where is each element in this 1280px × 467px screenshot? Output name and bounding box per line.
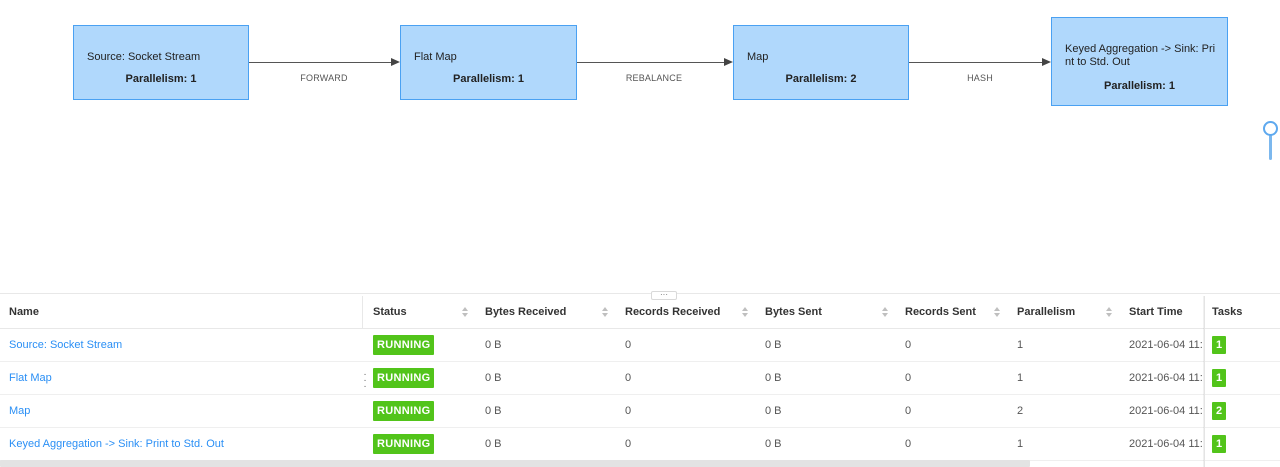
node-parallelism: Parallelism: 2 <box>785 73 857 85</box>
node-name: Source: Socket Stream <box>87 51 201 63</box>
fixed-column-shadow <box>1203 296 1205 467</box>
status-badge: RUNNING <box>373 434 435 454</box>
bytes-received: 0 B <box>485 405 502 417</box>
bytes-received: 0 B <box>485 339 502 351</box>
node-name: Map <box>747 51 769 63</box>
table-row[interactable]: Flat Map RUNNING 0 B 0 0 B 0 1 2021-06-0… <box>0 362 1280 395</box>
col-header-parallelism[interactable]: Parallelism <box>1017 296 1075 328</box>
sort-icon[interactable] <box>742 307 749 319</box>
panel-divider <box>0 293 1280 294</box>
table-row[interactable]: Map RUNNING 0 B 0 0 B 0 2 2021-06-04 11:… <box>0 395 1280 428</box>
col-header-start-time[interactable]: Start Time <box>1129 296 1183 328</box>
edge-label-hash: HASH <box>967 73 993 83</box>
col-header-tasks: Tasks <box>1212 306 1243 318</box>
sort-icon[interactable] <box>994 307 1001 319</box>
job-graph-canvas[interactable]: Source: Socket Stream Parallelism: 1 FOR… <box>0 0 1280 292</box>
edge-arrow <box>391 58 400 66</box>
col-header-bytes-received[interactable]: Bytes Received <box>485 296 566 328</box>
vertex-name-link[interactable]: Map <box>9 395 30 427</box>
col-header-name: Name <box>9 306 39 318</box>
start-time: 2021-06-04 11: <box>1129 438 1203 450</box>
records-sent: 0 <box>905 405 912 417</box>
start-time: 2021-06-04 11: <box>1129 339 1203 351</box>
sort-icon[interactable] <box>1106 307 1113 319</box>
node-name: Keyed Aggregation -> Sink: Print to Std.… <box>1065 43 1216 68</box>
table-row[interactable]: Source: Socket Stream RUNNING 0 B 0 0 B … <box>0 329 1280 362</box>
task-count-badge: 1 <box>1212 435 1226 453</box>
records-received: 0 <box>625 339 632 351</box>
parallelism: 1 <box>1017 438 1024 450</box>
zoom-slider-handle[interactable] <box>1263 121 1278 136</box>
parallelism: 1 <box>1017 339 1024 351</box>
bytes-sent: 0 B <box>765 405 782 417</box>
graph-node-keyed-aggregation-sink[interactable]: Keyed Aggregation -> Sink: Print to Std.… <box>1051 17 1228 106</box>
records-sent: 0 <box>905 339 912 351</box>
bytes-sent: 0 B <box>765 438 782 450</box>
records-sent: 0 <box>905 438 912 450</box>
status-badge: RUNNING <box>373 401 435 421</box>
graph-node-flat-map[interactable]: Flat Map Parallelism: 1 <box>400 25 577 100</box>
vertex-name-link[interactable]: Keyed Aggregation -> Sink: Print to Std.… <box>9 428 224 460</box>
node-name: Flat Map <box>414 51 457 63</box>
graph-node-source-socket-stream[interactable]: Source: Socket Stream Parallelism: 1 <box>73 25 249 100</box>
bytes-sent: 0 B <box>765 372 782 384</box>
vertex-name-link[interactable]: Source: Socket Stream <box>9 329 122 361</box>
task-count-badge: 1 <box>1212 369 1226 387</box>
edge-arrow <box>724 58 733 66</box>
name-column-divider <box>362 296 363 329</box>
task-count-badge: 2 <box>1212 402 1226 420</box>
records-received: 0 <box>625 438 632 450</box>
col-header-records-received[interactable]: Records Received <box>625 296 720 328</box>
start-time: 2021-06-04 11: <box>1129 405 1203 417</box>
sort-icon[interactable] <box>882 307 889 319</box>
col-header-bytes-sent[interactable]: Bytes Sent <box>765 296 822 328</box>
task-count-badge: 1 <box>1212 336 1226 354</box>
sort-icon[interactable] <box>462 307 469 319</box>
edge-line <box>577 62 725 63</box>
status-badge: RUNNING <box>373 368 435 388</box>
node-parallelism: Parallelism: 1 <box>1104 80 1175 92</box>
records-sent: 0 <box>905 372 912 384</box>
col-header-records-sent[interactable]: Records Sent <box>905 296 976 328</box>
horizontal-scrollbar[interactable] <box>0 460 1030 467</box>
sort-icon[interactable] <box>602 307 609 319</box>
parallelism: 1 <box>1017 372 1024 384</box>
table-row[interactable]: Keyed Aggregation -> Sink: Print to Std.… <box>0 428 1280 461</box>
bytes-received: 0 B <box>485 438 502 450</box>
records-received: 0 <box>625 372 632 384</box>
edge-arrow <box>1042 58 1051 66</box>
column-resize-grip-icon[interactable]: · · · <box>362 370 368 394</box>
col-header-status[interactable]: Status <box>373 296 407 328</box>
bytes-received: 0 B <box>485 372 502 384</box>
graph-node-map[interactable]: Map Parallelism: 2 <box>733 25 909 100</box>
vertex-name-link[interactable]: Flat Map <box>9 362 52 394</box>
parallelism: 2 <box>1017 405 1024 417</box>
node-parallelism: Parallelism: 1 <box>453 73 524 85</box>
edge-line <box>909 62 1043 63</box>
edge-line <box>249 62 392 63</box>
table-header: Name Status Bytes Received Records Recei… <box>0 296 1280 329</box>
start-time: 2021-06-04 11: <box>1129 372 1203 384</box>
node-parallelism: Parallelism: 1 <box>125 73 197 85</box>
edge-label-rebalance: REBALANCE <box>625 73 683 83</box>
records-received: 0 <box>625 405 632 417</box>
edge-label-forward: FORWARD <box>300 73 348 83</box>
status-badge: RUNNING <box>373 335 435 355</box>
bytes-sent: 0 B <box>765 339 782 351</box>
